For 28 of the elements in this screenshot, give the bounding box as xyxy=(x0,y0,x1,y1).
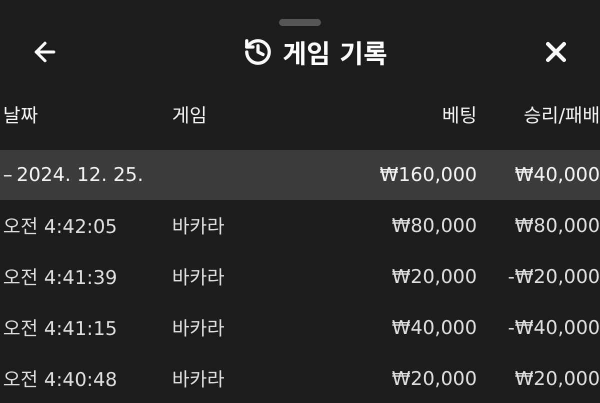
table-cell-text: 바카라 xyxy=(172,368,226,392)
group-date: 2024. 12. 25. xyxy=(16,164,144,186)
table-cell-text: ₩80,000 xyxy=(390,214,477,236)
table-cell-text: ₩40,000 xyxy=(514,164,600,186)
table-cell-text: ₩40,000 xyxy=(390,316,477,338)
table-cell-text: 오전 4:41:39 xyxy=(3,266,118,290)
column-header[interactable]: 게임 xyxy=(172,100,346,128)
column-header[interactable]: 날짜 xyxy=(3,100,172,128)
table-cell-text: 오전 4:42:05 xyxy=(3,215,118,239)
table-cell-text: ₩20,000 xyxy=(514,368,600,390)
table-cell-text: ₩160,000 xyxy=(378,164,477,186)
table-cell-text: 바카라 xyxy=(172,266,226,290)
table-cell-text: ₩20,000 xyxy=(390,368,477,390)
drag-handle[interactable] xyxy=(279,19,321,26)
table-cell-text: 오전 4:41:15 xyxy=(3,317,118,341)
date-group-row[interactable]: – 2024. 12. 25. ₩160,000 ₩40,000 xyxy=(0,150,600,200)
column-header[interactable]: 베팅 xyxy=(346,100,477,128)
table-cell-text: ₩80,000 xyxy=(514,214,600,236)
table-cell-text: ₩20,000 xyxy=(390,266,477,288)
history-icon xyxy=(242,37,273,67)
table-cell-text: 바카라 xyxy=(172,215,226,239)
table-cell-text: -₩20,000 xyxy=(506,266,600,288)
collapse-toggle[interactable]: – xyxy=(3,164,12,186)
table-cell-text: -₩40,000 xyxy=(506,316,600,338)
table-cell-text: 바카라 xyxy=(172,317,226,341)
table-cell-text: 오전 4:40:48 xyxy=(3,368,118,392)
window-title: 게임 기록 xyxy=(282,38,388,70)
column-header[interactable]: 승리/패배 xyxy=(477,100,600,128)
